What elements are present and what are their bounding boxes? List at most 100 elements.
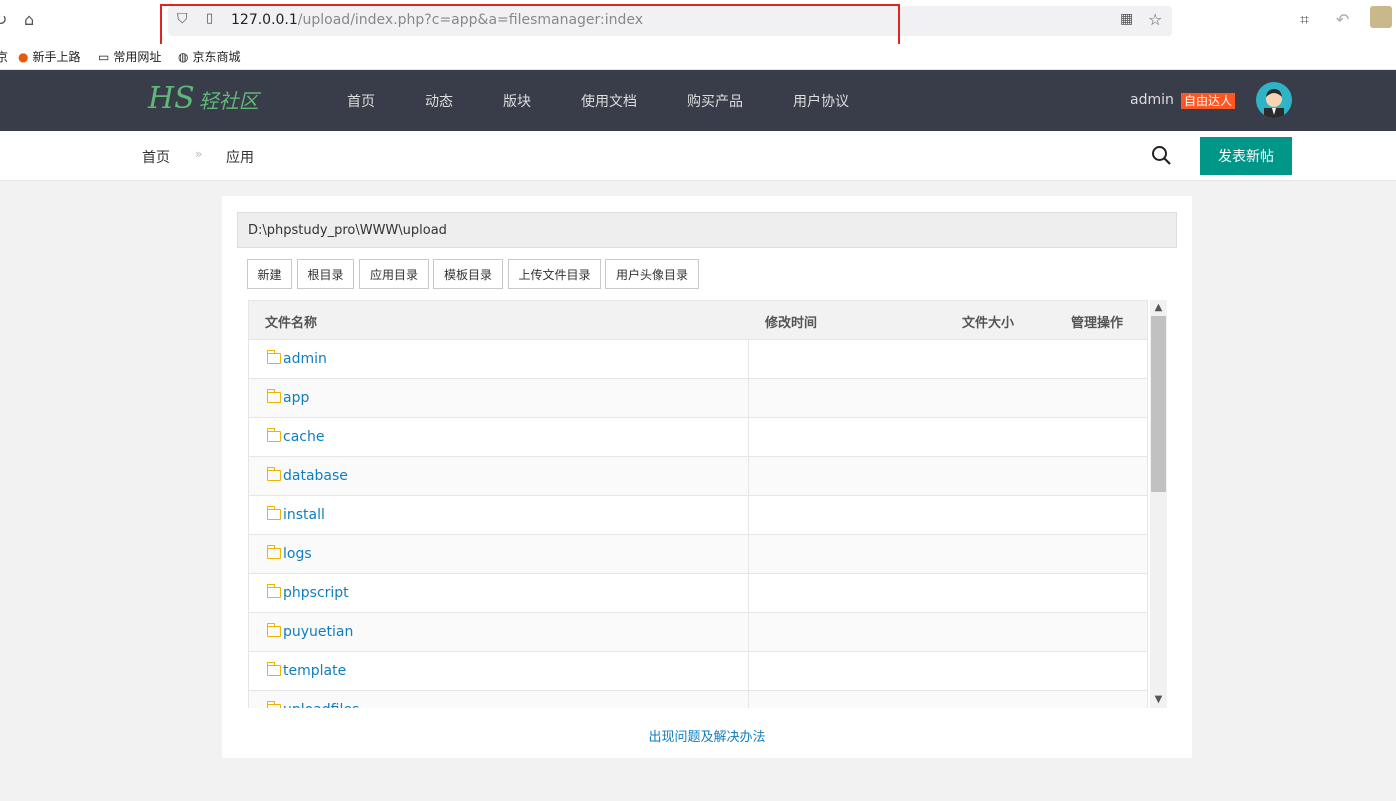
folder-name: install bbox=[283, 507, 325, 523]
crop-icon[interactable]: ⌗ bbox=[1300, 10, 1309, 30]
folder-name: cache bbox=[283, 429, 325, 445]
folder-name: uploadfiles bbox=[283, 702, 359, 708]
folder-icon bbox=[267, 623, 281, 637]
table-row: install bbox=[248, 496, 1148, 535]
table-row: admin bbox=[248, 340, 1148, 379]
folder-link[interactable]: cache bbox=[267, 428, 325, 445]
firefox-icon: ● bbox=[18, 50, 29, 64]
new-button[interactable]: 新建 bbox=[247, 259, 292, 289]
template-dir-button[interactable]: 模板目录 bbox=[433, 259, 503, 289]
logo-cn-text: 轻社区 bbox=[198, 89, 259, 113]
cell-divider bbox=[748, 457, 749, 496]
nav-agreement[interactable]: 用户协议 bbox=[793, 91, 849, 111]
cell-divider bbox=[748, 340, 749, 379]
help-link[interactable]: 出现问题及解决办法 bbox=[222, 726, 1192, 745]
column-modified: 修改时间 bbox=[765, 316, 818, 331]
folder-link[interactable]: puyuetian bbox=[267, 623, 354, 640]
nav-docs[interactable]: 使用文档 bbox=[581, 91, 637, 111]
table-row: app bbox=[248, 379, 1148, 418]
cell-divider bbox=[748, 496, 749, 535]
folder-name: logs bbox=[283, 546, 312, 562]
bookmark-partial[interactable]: 京 bbox=[0, 48, 8, 65]
column-actions: 管理操作 bbox=[1071, 316, 1124, 331]
bookmark-jd[interactable]: ◍ 京东商城 bbox=[178, 48, 241, 65]
avatar-dir-button[interactable]: 用户头像目录 bbox=[605, 259, 699, 289]
cell-divider bbox=[748, 613, 749, 652]
avatar-icon bbox=[1264, 89, 1284, 118]
folder-name: phpscript bbox=[283, 585, 349, 601]
folder-icon: ▭ bbox=[98, 50, 110, 64]
home-icon[interactable]: ⌂ bbox=[24, 10, 34, 29]
folder-link[interactable]: install bbox=[267, 506, 325, 523]
file-manager-panel: 新建 根目录 应用目录 模板目录 上传文件目录 用户头像目录 文件名称 修改时间… bbox=[222, 196, 1192, 758]
folder-name: template bbox=[283, 663, 347, 679]
folder-name: admin bbox=[283, 351, 327, 367]
scroll-down-icon[interactable]: ▼ bbox=[1150, 692, 1167, 708]
folder-name: database bbox=[283, 468, 348, 484]
logo-text: HS bbox=[148, 81, 195, 116]
breadcrumb-home[interactable]: 首页 bbox=[142, 147, 170, 167]
username[interactable]: admin bbox=[1130, 92, 1174, 108]
reload-icon[interactable]: ↻ bbox=[0, 10, 7, 29]
burp-extension-icon[interactable] bbox=[1370, 6, 1392, 28]
folder-link[interactable]: database bbox=[267, 467, 348, 484]
bookmark-common[interactable]: ▭ 常用网址 bbox=[98, 48, 161, 65]
table-row: puyuetian bbox=[248, 613, 1148, 652]
upload-dir-button[interactable]: 上传文件目录 bbox=[508, 259, 601, 289]
scrollbar-thumb[interactable] bbox=[1151, 316, 1166, 492]
current-path-field[interactable] bbox=[237, 212, 1177, 248]
folder-link[interactable]: uploadfiles bbox=[267, 701, 359, 708]
table-scrollbar[interactable]: ▲ ▼ bbox=[1150, 300, 1167, 708]
breadcrumb: 首页 » 应用 发表新帖 bbox=[0, 131, 1396, 181]
folder-icon bbox=[267, 389, 281, 403]
cell-divider bbox=[748, 652, 749, 691]
table-row: database bbox=[248, 457, 1148, 496]
site-logo[interactable]: HS 轻社区 bbox=[148, 81, 259, 116]
site-header: HS 轻社区 首页 动态 版块 使用文档 购买产品 用户协议 admin 自由达人 bbox=[0, 70, 1396, 131]
file-table: 文件名称 修改时间 文件大小 管理操作 admin app cache data… bbox=[248, 300, 1167, 708]
folder-icon bbox=[267, 467, 281, 481]
table-row: logs bbox=[248, 535, 1148, 574]
column-name: 文件名称 bbox=[265, 316, 318, 331]
table-body: admin app cache database install logs ph… bbox=[248, 340, 1148, 708]
globe-icon: ◍ bbox=[178, 50, 189, 64]
table-row: cache bbox=[248, 418, 1148, 457]
cell-divider bbox=[748, 574, 749, 613]
scroll-up-icon[interactable]: ▲ bbox=[1150, 300, 1167, 316]
star-icon[interactable]: ☆ bbox=[1148, 10, 1162, 29]
root-dir-button[interactable]: 根目录 bbox=[297, 259, 354, 289]
folder-icon bbox=[267, 584, 281, 598]
app-dir-button[interactable]: 应用目录 bbox=[359, 259, 429, 289]
folder-name: puyuetian bbox=[283, 624, 354, 640]
bookmarks-bar: 京 ● 新手上路 ▭ 常用网址 ◍ 京东商城 bbox=[0, 44, 1396, 70]
folder-link[interactable]: phpscript bbox=[267, 584, 349, 601]
cell-divider bbox=[748, 691, 749, 708]
nav-buy[interactable]: 购买产品 bbox=[687, 91, 743, 111]
undo-icon[interactable]: ↶ bbox=[1336, 10, 1349, 29]
qr-code-icon[interactable]: ▦ bbox=[1120, 11, 1133, 27]
nav-feed[interactable]: 动态 bbox=[425, 91, 453, 111]
user-level-badge: 自由达人 bbox=[1181, 93, 1236, 109]
new-post-button[interactable]: 发表新帖 bbox=[1200, 137, 1292, 175]
cell-divider bbox=[748, 418, 749, 457]
folder-link[interactable]: app bbox=[267, 389, 309, 406]
bookmark-label: 常用网址 bbox=[113, 50, 162, 64]
table-row: phpscript bbox=[248, 574, 1148, 613]
folder-icon bbox=[267, 506, 281, 520]
nav-boards[interactable]: 版块 bbox=[503, 91, 531, 111]
avatar[interactable] bbox=[1256, 82, 1292, 118]
cell-divider bbox=[748, 379, 749, 418]
bookmark-newbie[interactable]: ● 新手上路 bbox=[18, 48, 81, 65]
breadcrumb-separator: » bbox=[195, 147, 203, 161]
folder-link[interactable]: admin bbox=[267, 350, 327, 367]
folder-link[interactable]: template bbox=[267, 662, 347, 679]
column-size: 文件大小 bbox=[962, 316, 1015, 331]
folder-icon bbox=[267, 350, 281, 364]
table-header: 文件名称 修改时间 文件大小 管理操作 bbox=[248, 300, 1148, 340]
folder-icon bbox=[267, 428, 281, 442]
search-icon[interactable] bbox=[1150, 144, 1172, 166]
nav-home[interactable]: 首页 bbox=[347, 91, 375, 111]
folder-icon bbox=[267, 701, 281, 708]
folder-link[interactable]: logs bbox=[267, 545, 312, 562]
breadcrumb-current[interactable]: 应用 bbox=[226, 147, 254, 167]
